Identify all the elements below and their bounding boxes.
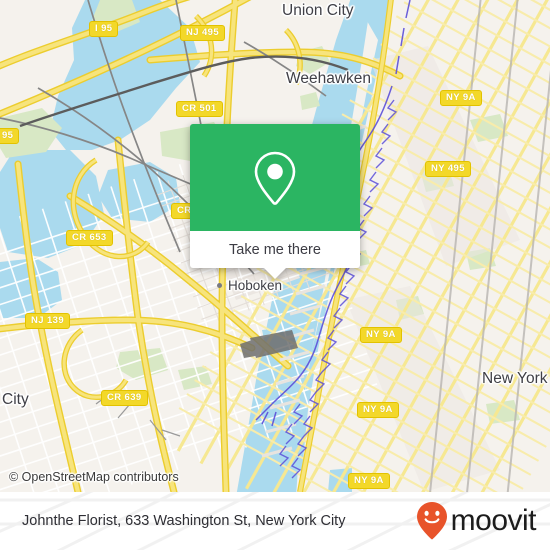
- poi-card-pointer: [264, 268, 286, 279]
- moovit-brand[interactable]: moovit: [415, 501, 537, 541]
- moovit-wordmark: moovit: [450, 504, 537, 537]
- place-label-union-city: Union City: [282, 2, 354, 19]
- highway-shield-nj495: NJ 495: [180, 25, 226, 41]
- highway-shield-ny9a-north: NY 9A: [440, 90, 482, 106]
- map-canvas[interactable]: Union City Weehawken Hoboken New York Ci…: [0, 0, 550, 492]
- map-pin-icon: [254, 151, 296, 205]
- highway-shield-95-edge: 95: [0, 128, 20, 144]
- highway-shield-cr653: CR 653: [66, 230, 113, 246]
- highway-shield-ny495: NY 495: [425, 161, 471, 177]
- place-label-weehawken: Weehawken: [286, 70, 372, 87]
- highway-shield-ny9a-bottom: NY 9A: [348, 473, 390, 489]
- osm-attribution[interactable]: © OpenStreetMap contributors: [9, 470, 179, 484]
- highway-shield-nj139: NJ 139: [25, 313, 71, 329]
- place-label-city: City: [2, 391, 29, 408]
- moovit-smiley-pin-icon: [416, 502, 447, 540]
- poi-popup-card[interactable]: Take me there: [190, 124, 360, 279]
- place-label-new-york: New York: [482, 370, 548, 387]
- location-title: Johnthe Florist, 633 Washington St, New …: [22, 513, 346, 529]
- highway-shield-cr639: CR 639: [101, 390, 148, 406]
- place-label-hoboken: Hoboken: [216, 278, 283, 293]
- take-me-there-button[interactable]: Take me there: [190, 231, 360, 268]
- highway-shield-i95: I 95: [89, 21, 119, 37]
- poi-card-header: [190, 124, 360, 231]
- highway-shield-cr501: CR 501: [176, 101, 223, 117]
- highway-shield-ny9a-mid: NY 9A: [360, 327, 402, 343]
- footer-bar: Johnthe Florist, 633 Washington St, New …: [0, 492, 550, 550]
- map-screenshot: Union City Weehawken Hoboken New York Ci…: [0, 0, 550, 550]
- highway-shield-ny9a-lower: NY 9A: [357, 402, 399, 418]
